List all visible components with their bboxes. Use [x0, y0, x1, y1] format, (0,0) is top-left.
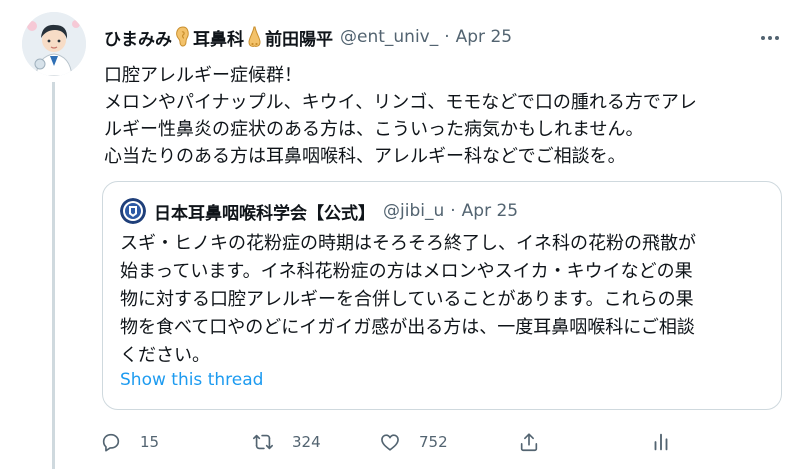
tweet[interactable]: ひまみみ 耳鼻科 前田陽平 @ent_univ_ · Apr 25 口腔アレルギー症… — [0, 0, 800, 469]
analytics-icon — [654, 433, 668, 451]
analytics-button[interactable] — [650, 424, 672, 460]
quoted-author-handle: @jibi_u — [383, 201, 445, 221]
quoted-author-avatar — [120, 198, 146, 224]
tweet-body-line: 口腔アレルギー症候群！ — [104, 65, 302, 86]
tweet-body-line: メロンやパイナップル、キウイ、リンゴ、モモなどで口の腫れる方でアレ — [104, 92, 697, 113]
tweet-actions: 15 324 752 — [100, 424, 690, 460]
quoted-tweet-header: 日本耳鼻咽喉科学会【公式】 @jibi_u · Apr 25 — [120, 198, 518, 224]
share-icon — [520, 433, 538, 452]
tweet-body-line: ルギー性鼻炎の症状のある方は、こういった病気かもしれません。 — [104, 119, 644, 140]
tweet-header: ひまみみ 耳鼻科 前田陽平 @ent_univ_ · Apr 25 — [104, 22, 512, 52]
reply-button[interactable]: 15 — [100, 424, 159, 460]
author-handle[interactable]: @ent_univ_ — [340, 27, 438, 47]
share-button[interactable] — [518, 424, 540, 460]
quoted-body-line: 始まっています。イネ科花粉症の方はメロンやスイカ・キウイなどの果 — [120, 261, 693, 282]
quoted-body-line: ください。 — [120, 345, 210, 366]
quoted-author-name: 日本耳鼻咽喉科学会【公式】 — [154, 203, 375, 224]
author-name-part2: 耳鼻科 — [193, 29, 244, 50]
quoted-tweet-date: Apr 25 — [461, 201, 519, 221]
quoted-body-line: 物に対する口腔アレルギーを合併していることがあります。これらの果 — [120, 289, 694, 310]
nose-icon — [248, 26, 261, 47]
retweet-button[interactable]: 324 — [252, 424, 321, 460]
author-name[interactable]: ひまみみ 耳鼻科 前田陽平 — [104, 25, 333, 50]
heart-icon — [381, 434, 399, 451]
separator-dot: · — [444, 27, 450, 47]
quoted-tweet[interactable]: 日本耳鼻咽喉科学会【公式】 @jibi_u · Apr 25 スギ・ヒノキの花粉… — [102, 181, 782, 410]
quoted-tweet-body: スギ・ヒノキの花粉症の時期はそろそろ終了し、イネ科の花粉の飛散が 始まっています… — [120, 230, 770, 370]
quoted-body-line: 物を食べて口やのどにイガイガ感が出る方は、一度耳鼻咽喉科にご相談 — [120, 317, 695, 338]
retweet-icon — [253, 434, 273, 450]
ear-icon — [176, 25, 189, 46]
author-name-part1: ひまみみ — [104, 29, 172, 50]
tweet-body: 口腔アレルギー症候群！ メロンやパイナップル、キウイ、リンゴ、モモなどで口の腫れ… — [104, 62, 784, 170]
tweet-date[interactable]: Apr 25 — [456, 27, 512, 47]
author-name-part3: 前田陽平 — [265, 29, 333, 50]
more-horizontal-icon[interactable] — [760, 28, 780, 48]
like-button[interactable]: 752 — [379, 424, 448, 460]
reply-count: 15 — [140, 433, 160, 451]
thread-line — [52, 82, 55, 469]
separator-dot: · — [450, 201, 456, 221]
reply-icon — [102, 433, 120, 452]
author-avatar[interactable] — [22, 12, 86, 76]
quoted-body-line: スギ・ヒノキの花粉症の時期はそろそろ終了し、イネ科の花粉の飛散が — [120, 233, 696, 254]
like-count: 752 — [419, 433, 448, 451]
show-thread-link[interactable]: Show this thread — [120, 370, 263, 390]
retweet-count: 324 — [292, 433, 321, 451]
tweet-body-line: 心当たりのある方は耳鼻咽喉科、アレルギー科などでご相談を。 — [104, 146, 626, 167]
